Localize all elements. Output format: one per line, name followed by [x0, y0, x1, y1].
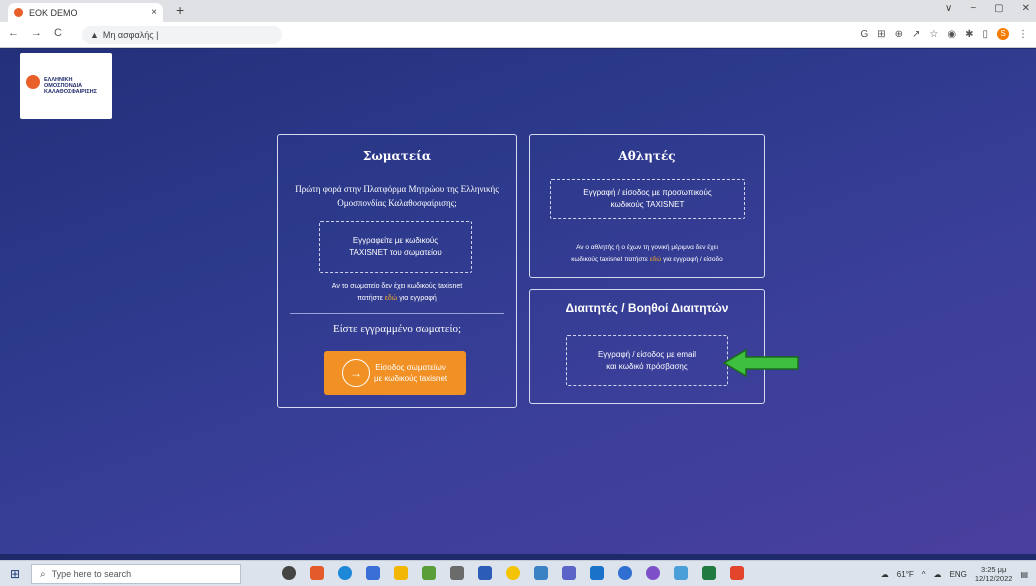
extension-icon[interactable]: ◉ [947, 29, 956, 40]
taskbar-apps [282, 566, 744, 580]
clubs-title: Σωματεία [362, 149, 432, 163]
athletes-note: Αν ο αθλητής ή ο έχων τη γονική μέριμνα … [571, 244, 723, 263]
cortana-icon[interactable] [282, 566, 296, 580]
athletes-card: Αθλητές Εγγραφή / είσοδος με προσωπικούς… [529, 134, 765, 278]
browser-tab[interactable]: EOK DEMO × [8, 3, 163, 22]
word-icon[interactable] [478, 566, 492, 580]
people-icon[interactable] [366, 566, 380, 580]
outlook-icon[interactable] [590, 566, 604, 580]
tab-title: EOK DEMO [29, 7, 78, 18]
clubs-register-link[interactable]: εδώ [385, 295, 397, 302]
athletes-register-link[interactable]: εδώ [650, 256, 662, 263]
translate-icon[interactable]: ⊞ [877, 29, 885, 40]
arrow-right-icon: → [342, 359, 370, 387]
clubs-note: Αν το σωματείο δεν έχει κωδικούς taxisne… [331, 283, 463, 302]
browser-icon[interactable] [618, 566, 632, 580]
minimize-button[interactable]: − [970, 3, 976, 14]
navigation-buttons: ← → C [8, 27, 62, 39]
windows-start-icon[interactable]: ⊞ [10, 567, 20, 581]
settings-gear-icon[interactable] [450, 566, 464, 580]
url-input[interactable]: ▲ Μη ασφαλής | [82, 26, 282, 44]
onedrive-icon[interactable]: ☁ [934, 570, 942, 579]
logo-text: ΕΛΛΗΝΙΚΗ ΟΜΟΣΠΟΝΔΙΑ ΚΑΛΑΘΟΣΦΑΙΡΙΣΗΣ [44, 77, 97, 95]
notification-icon[interactable]: ▤ [1020, 570, 1028, 579]
search-icon: ⌕ [40, 568, 46, 580]
share-icon[interactable]: ↗ [912, 29, 920, 40]
tray-chevron-icon[interactable]: ^ [922, 570, 926, 579]
chrome-canary-icon[interactable] [506, 566, 520, 580]
new-tab-button[interactable]: + [176, 2, 184, 18]
taskbar-search-input[interactable]: ⌕ Type here to search [31, 564, 241, 584]
tab-search-icon[interactable]: ∨ [945, 3, 952, 14]
file-explorer-icon[interactable] [394, 566, 408, 580]
excel-icon[interactable] [702, 566, 716, 580]
browser-toolbar-icons: G ⊞ ⊕ ↗ ☆ ◉ ✱ ▯ S ⋮ [860, 28, 1028, 40]
weather-cloud-icon[interactable]: ☁ [881, 570, 889, 579]
not-secure-warning-icon[interactable]: ▲ [90, 30, 99, 40]
athletes-login-button[interactable]: Εγγραφή / είσοδος με προσωπικούς κωδικού… [550, 179, 745, 219]
back-icon[interactable]: ← [8, 27, 19, 39]
forward-icon[interactable]: → [31, 27, 42, 39]
referees-card: Διαιτητές / Βοηθοί Διαιτητών Εγγραφή / ε… [529, 289, 765, 404]
menu-icon[interactable]: ⋮ [1018, 29, 1028, 40]
tab-close-icon[interactable]: × [151, 7, 157, 18]
language-indicator[interactable]: ENG [950, 570, 967, 579]
browser-tab-bar: EOK DEMO × + ∨ − ▢ ✕ [0, 0, 1036, 22]
divider [290, 313, 504, 314]
clubs-card: Σωματεία Πρώτη φορά στην Πλατφόρμα Μητρώ… [277, 134, 517, 408]
reload-icon[interactable]: C [54, 27, 62, 39]
app-icon[interactable] [534, 566, 548, 580]
site-favicon-icon [14, 8, 23, 17]
window-controls: ∨ − ▢ ✕ [945, 3, 1030, 14]
bookmark-star-icon[interactable]: ☆ [929, 29, 938, 40]
temperature-label: 61°F [896, 569, 914, 579]
teams-icon[interactable] [562, 566, 576, 580]
windows-taskbar: ⊞ ⌕ Type here to search ☁ 61°F ^ ☁ ENG 3… [0, 560, 1036, 586]
referees-title: Διαιτητές / Βοηθοί Διαιτητών [565, 301, 729, 315]
store-icon[interactable] [422, 566, 436, 580]
chrome-icon[interactable] [310, 566, 324, 580]
google-icon[interactable]: G [860, 29, 868, 40]
basketball-logo-icon [26, 75, 40, 89]
system-tray: ☁ 61°F ^ ☁ ENG 3:25 μμ 12/12/2022 ▤ [881, 565, 1028, 583]
address-bar-row: ← → C ▲ Μη ασφαλής | G ⊞ ⊕ ↗ ☆ ◉ ✱ ▯ S ⋮ [0, 22, 1036, 48]
search-placeholder: Type here to search [51, 569, 132, 579]
url-text: Μη ασφαλής | [102, 30, 159, 40]
profile-avatar[interactable]: S [997, 28, 1009, 40]
feather-icon[interactable] [674, 566, 688, 580]
green-arrow-annotation-icon [722, 348, 799, 378]
zoom-icon[interactable]: ⊕ [895, 29, 903, 40]
viber-icon[interactable] [646, 566, 660, 580]
clubs-intro: Πρώτη φορά στην Πλατφόρμα Μητρώου της Ελ… [295, 184, 499, 208]
edge-icon[interactable] [338, 566, 352, 580]
maximize-button[interactable]: ▢ [994, 3, 1003, 14]
referees-login-button[interactable]: Εγγραφή / είσοδος με email και κωδικό πρ… [566, 335, 728, 386]
clock[interactable]: 3:25 μμ 12/12/2022 [975, 565, 1013, 583]
clubs-register-button[interactable]: Εγγραφείτε με κωδικούς TAXISNET του σωμα… [319, 221, 472, 273]
registered-heading: Είστε εγγραμμένο σωματείο; [332, 323, 461, 335]
page-content: ΕΛΛΗΝΙΚΗ ΟΜΟΣΠΟΝΔΙΑ ΚΑΛΑΘΟΣΦΑΙΡΙΣΗΣ Σωμα… [0, 49, 1036, 554]
close-window-button[interactable]: ✕ [1022, 3, 1030, 14]
athletes-title: Αθλητές [618, 149, 676, 163]
clubs-login-button[interactable]: → Είσοδος σωματείων με κωδικούς taxisnet [324, 351, 466, 395]
brave-icon[interactable] [730, 566, 744, 580]
federation-logo[interactable]: ΕΛΛΗΝΙΚΗ ΟΜΟΣΠΟΝΔΙΑ ΚΑΛΑΘΟΣΦΑΙΡΙΣΗΣ [20, 53, 112, 119]
side-panel-icon[interactable]: ▯ [982, 29, 988, 40]
extensions-puzzle-icon[interactable]: ✱ [965, 29, 973, 40]
